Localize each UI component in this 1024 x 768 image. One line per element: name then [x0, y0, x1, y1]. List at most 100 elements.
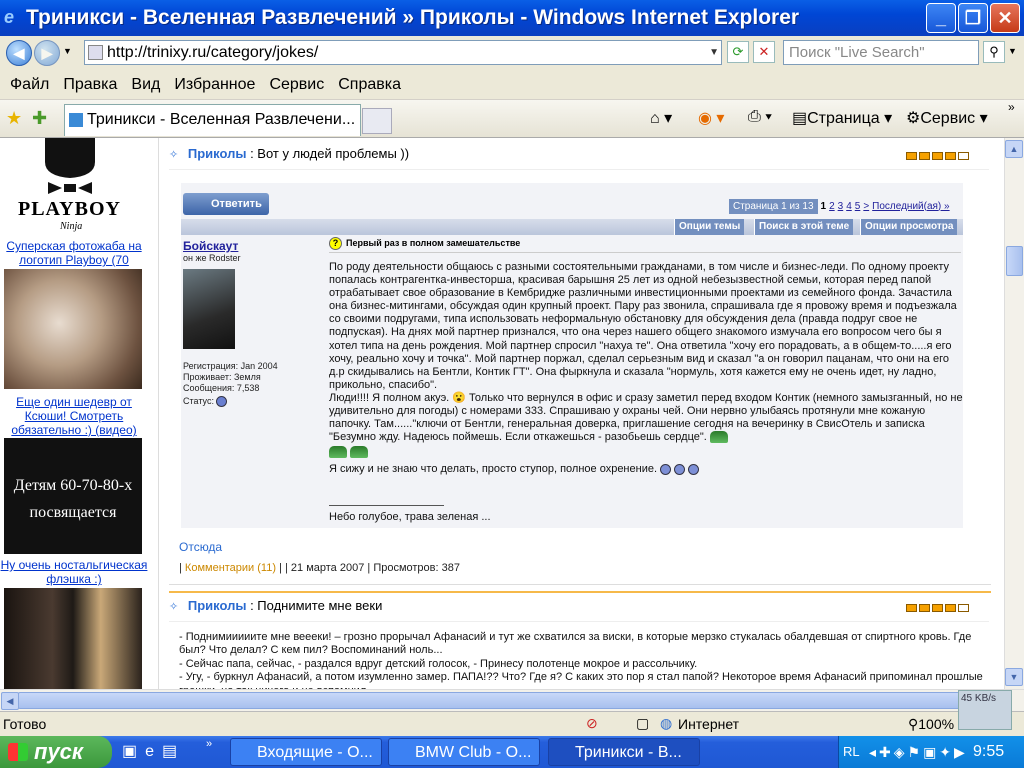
signature: Небо голубое, трава зеленая ...: [329, 511, 491, 523]
user-messages: Сообщения: 7,538: [183, 383, 260, 393]
maximize-button[interactable]: ❐: [958, 3, 988, 33]
sidebar: PLAYBOY Ninja Суперская фотожаба на лого…: [0, 138, 148, 689]
page-menu-button[interactable]: ▤Страница ▾: [792, 108, 892, 128]
search-input[interactable]: Поиск "Live Search": [783, 40, 979, 65]
window-titlebar[interactable]: e Триникси - Вселенная Развлечений » При…: [0, 0, 1024, 36]
post-paragraph-2: Люди!!!! Я полном акуэ. 😮 Только что вер…: [329, 392, 963, 444]
post-divider: [169, 584, 991, 593]
reply-button[interactable]: Ответить: [183, 193, 269, 215]
favorites-star-icon[interactable]: ★: [6, 108, 22, 129]
page-menu-icon: ▤: [792, 110, 808, 127]
address-dropdown-icon[interactable]: ▼: [709, 41, 719, 64]
post-views: Просмотров: 387: [373, 562, 460, 574]
quicklaunch-more-icon[interactable]: »: [206, 738, 212, 750]
page-menu-label: Страница: [807, 110, 880, 127]
forward-button[interactable]: ▶: [34, 40, 60, 66]
page-content: PLAYBOY Ninja Суперская фотожаба на лого…: [0, 138, 1004, 689]
post-paragraph: Я сижу и не знаю что делать, просто ступ…: [329, 463, 658, 476]
post-heading-text: Первый раз в полном замешательстве: [346, 237, 521, 248]
zoom-level: 100%: [918, 716, 955, 732]
user-registration: Регистрация: Jan 2004: [183, 361, 278, 371]
sidebar-image-girls[interactable]: [4, 588, 142, 689]
sidebar-link-video[interactable]: Еще один шедевр от Ксюши! Смотреть обяза…: [0, 395, 148, 437]
post-paragraph: По роду деятельности общаюсь с разными с…: [329, 261, 957, 391]
post-meta: | Комментарии (11) | | 21 марта 2007 | П…: [179, 562, 460, 574]
post-title[interactable]: Вот у людей проблемы )): [257, 146, 409, 161]
hscroll-thumb[interactable]: [18, 692, 982, 709]
sidebar-image-face[interactable]: [4, 269, 142, 389]
pager-link[interactable]: 4: [846, 201, 852, 212]
menu-tools[interactable]: Сервис: [269, 76, 324, 94]
source-link[interactable]: Отсюда: [179, 540, 222, 554]
popup-blocker-icon[interactable]: ⊘: [586, 715, 598, 732]
stop-button[interactable]: ✕: [753, 41, 775, 63]
tools-menu-button[interactable]: ⚙Сервис ▾: [906, 108, 988, 128]
rating-stars[interactable]: [906, 152, 969, 160]
post-title[interactable]: Поднимите мне веки: [257, 598, 382, 613]
horizontal-scrollbar[interactable]: ◀ ▶: [0, 689, 1024, 711]
menu-view[interactable]: Вид: [131, 76, 160, 94]
sidebar-banner[interactable]: Детям 60-70-80-х посвящается: [4, 438, 142, 554]
minimize-button[interactable]: _: [926, 3, 956, 33]
thread-options[interactable]: Опции темы: [674, 219, 745, 235]
comments-link[interactable]: Комментарии (11): [185, 562, 276, 574]
post-date: 21 марта 2007: [290, 562, 365, 574]
author-name[interactable]: Бойскаут: [183, 239, 238, 253]
history-dropdown-icon[interactable]: ▼: [63, 46, 72, 56]
print-icon[interactable]: ⎙ ▾: [748, 108, 772, 126]
search-icon[interactable]: ⚲: [983, 41, 1005, 63]
pager-last-link[interactable]: Последний(ая) »: [872, 201, 949, 212]
status-text: Готово: [3, 716, 47, 732]
tab-trinixy[interactable]: Триникси - Вселенная Развлечени...: [64, 104, 361, 136]
tray-icons[interactable]: ◂✚◈⚑▣✦▶: [869, 736, 968, 768]
close-button[interactable]: ✕: [990, 3, 1020, 33]
task-label: Входящие - О...: [257, 744, 373, 761]
view-options[interactable]: Опции просмотра: [860, 219, 958, 235]
menu-edit[interactable]: Правка: [63, 76, 117, 94]
start-button[interactable]: пуск: [0, 736, 112, 768]
rating-stars[interactable]: [906, 604, 969, 612]
scroll-left-arrow[interactable]: ◀: [1, 692, 19, 710]
pager-link[interactable]: 5: [855, 201, 861, 212]
user-status: Статус:: [183, 396, 214, 406]
scroll-down-arrow[interactable]: ▼: [1005, 668, 1023, 686]
start-label: пуск: [34, 739, 84, 764]
playboy-logo[interactable]: PLAYBOY Ninja: [10, 138, 130, 243]
back-button[interactable]: ◀: [6, 40, 32, 66]
rss-icon[interactable]: ◉ ▾: [698, 108, 724, 128]
add-favorite-icon[interactable]: ✚: [32, 108, 47, 129]
address-input[interactable]: http://trinixy.ru/category/jokes/ ▼: [84, 40, 722, 65]
pager-link[interactable]: 3: [838, 201, 844, 212]
options-bar: Опции темы Поиск в этой теме Опции просм…: [181, 219, 963, 235]
menu-favorites[interactable]: Избранное: [174, 76, 255, 94]
search-options-icon[interactable]: ▼: [1008, 46, 1017, 56]
user-info: Регистрация: Jan 2004 Проживает: Земля С…: [183, 361, 278, 408]
refresh-button[interactable]: ⟳: [727, 41, 749, 63]
scroll-up-arrow[interactable]: ▲: [1005, 140, 1023, 158]
menu-help[interactable]: Справка: [338, 76, 401, 94]
post-heading: ? Первый раз в полном замешательстве: [329, 237, 961, 253]
sidebar-link-flash[interactable]: Ну очень ностальгическая флэшка :): [0, 558, 148, 586]
taskbar-item-trinixy[interactable]: Триникси - В...: [548, 738, 700, 766]
search-thread-options[interactable]: Поиск в этой теме: [754, 219, 854, 235]
language-indicator[interactable]: RL: [843, 736, 860, 768]
user-location: Проживает: Земля: [183, 372, 261, 382]
taskbar-item-inbox[interactable]: Входящие - О...: [230, 738, 382, 766]
menu-file[interactable]: Файл: [10, 76, 49, 94]
system-tray: RL ◂✚◈⚑▣✦▶ 9:55: [838, 736, 1024, 768]
quicklaunch-icons[interactable]: ▣e▤: [122, 741, 185, 761]
post-category-link[interactable]: Приколы: [188, 146, 247, 161]
gear-icon: ⚙: [906, 110, 921, 127]
post-body-2: - Поднимииииите мне веееки! – грозно про…: [179, 631, 989, 689]
pager-label: Страница 1 из 13: [729, 198, 818, 214]
taskbar-item-bmw[interactable]: BMW Club - О...: [388, 738, 540, 766]
post-category-link[interactable]: Приколы: [188, 598, 247, 613]
scroll-thumb[interactable]: [1006, 246, 1023, 276]
new-tab-button[interactable]: [362, 108, 392, 134]
chevron-more-icon[interactable]: »: [1008, 100, 1015, 114]
zoom-control[interactable]: ⚲100%: [908, 716, 954, 733]
pager-link[interactable]: >: [863, 201, 869, 212]
home-icon[interactable]: ⌂ ▾: [650, 108, 672, 128]
vertical-scrollbar[interactable]: ▲ ▼: [1004, 138, 1024, 689]
pager-link[interactable]: 2: [829, 201, 835, 212]
